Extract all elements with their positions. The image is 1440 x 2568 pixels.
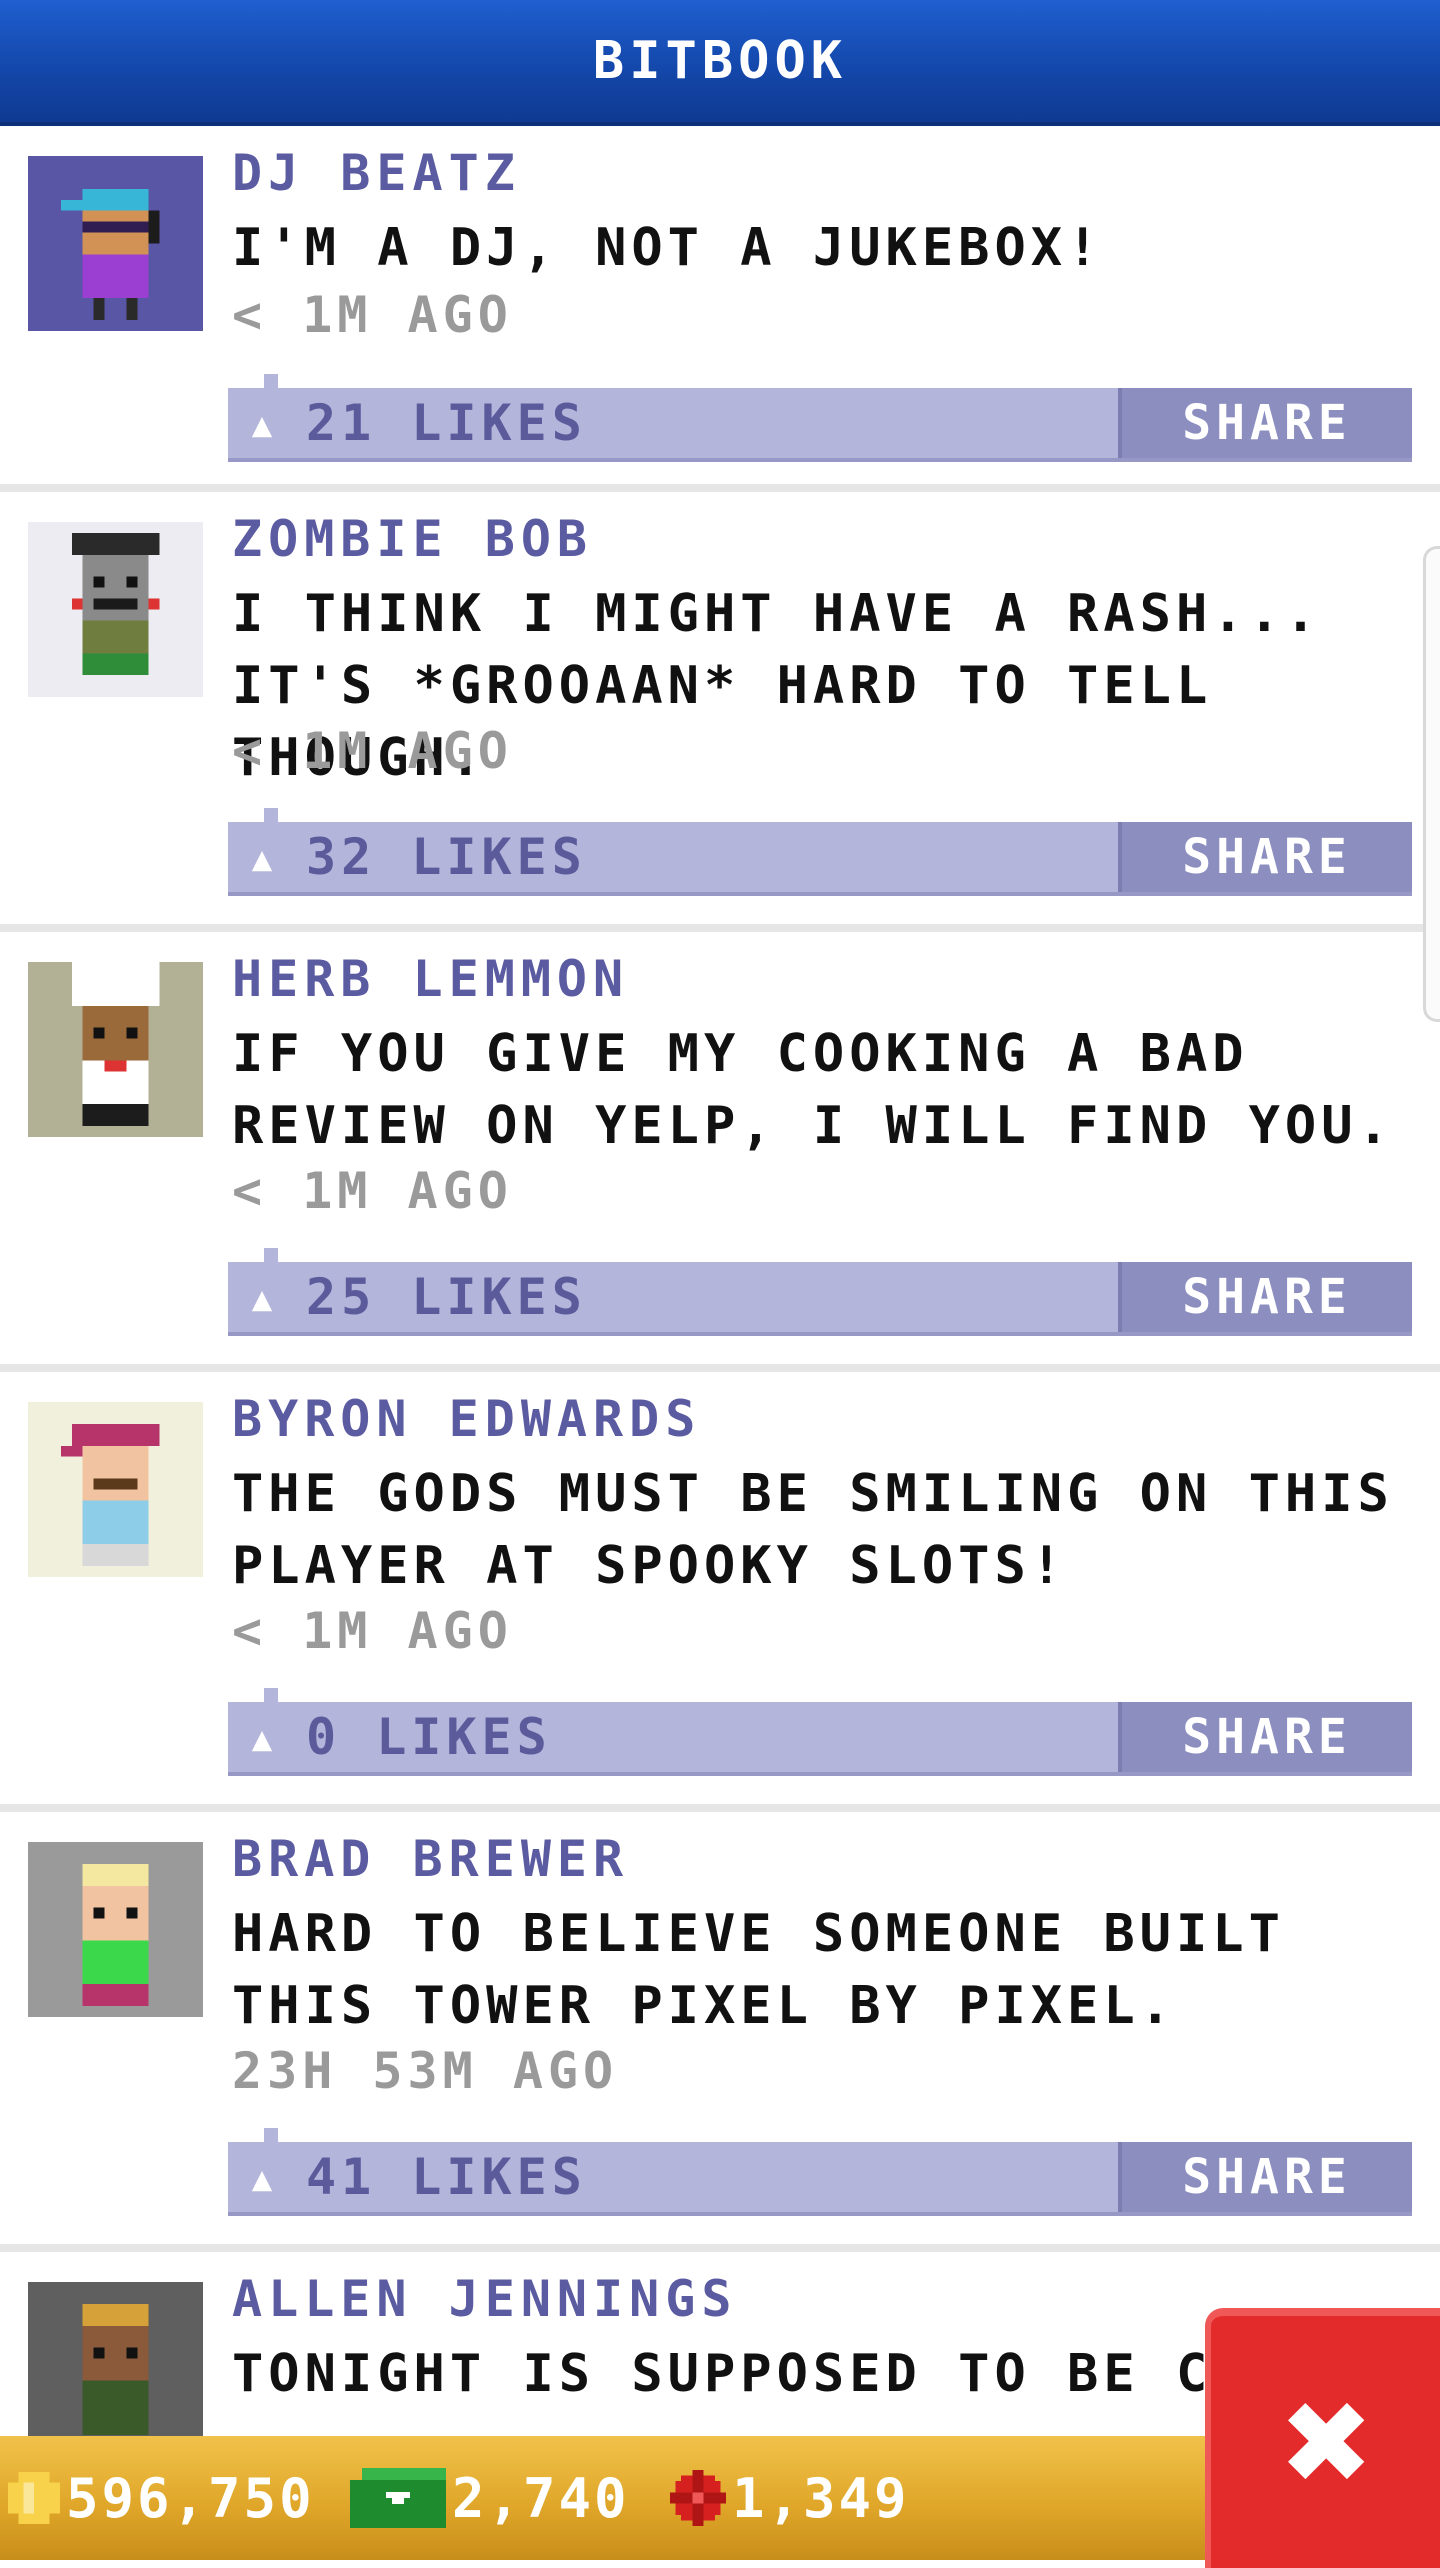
post-author[interactable]: DJ BEATZ bbox=[232, 144, 521, 202]
divider bbox=[0, 1364, 1440, 1372]
bux-icon bbox=[350, 2468, 446, 2528]
post-time: < 1M AGO bbox=[232, 286, 513, 344]
post-actions-bar: ▲ 32 LIKES SHARE bbox=[228, 808, 1412, 896]
avatar bbox=[28, 156, 203, 331]
post-message: HARD TO BELIEVE SOMEONE BUILT THIS TOWER… bbox=[232, 1904, 1285, 2036]
post-author[interactable]: BRAD BREWER bbox=[232, 1830, 629, 1888]
gear-icon bbox=[670, 2470, 726, 2526]
post-author[interactable]: ZOMBIE BOB bbox=[232, 510, 593, 568]
coin-icon bbox=[8, 2472, 60, 2524]
post-message: THE GODS MUST BE SMILING ON THIS PLAYER … bbox=[232, 1464, 1394, 1596]
bux-stat: 2,740 bbox=[350, 2466, 630, 2530]
share-button[interactable]: SHARE bbox=[1118, 822, 1412, 892]
divider bbox=[0, 924, 1440, 932]
like-icon[interactable]: ▲ bbox=[242, 405, 282, 445]
like-icon[interactable]: ▲ bbox=[242, 2159, 282, 2199]
third-stat: 1,349 bbox=[670, 2466, 910, 2530]
like-icon[interactable]: ▲ bbox=[242, 1719, 282, 1759]
post-actions-bar: ▲ 25 LIKES SHARE bbox=[228, 1248, 1412, 1336]
post-time: < 1M AGO bbox=[232, 722, 513, 780]
close-icon: ✖ bbox=[1283, 2355, 1374, 2529]
feed-list[interactable]: DJ BEATZ I'M A DJ, NOT A JUKEBOX! < 1M A… bbox=[0, 126, 1440, 2436]
avatar bbox=[28, 1402, 203, 1577]
bux-value: 2,740 bbox=[452, 2466, 630, 2530]
likes-count[interactable]: 25 LIKES bbox=[306, 1268, 587, 1326]
post-author[interactable]: ALLEN JENNINGS bbox=[232, 2270, 737, 2328]
post-time: 23H 53M AGO bbox=[232, 2042, 619, 2100]
share-button[interactable]: SHARE bbox=[1118, 1702, 1412, 1772]
feed-post: DJ BEATZ I'M A DJ, NOT A JUKEBOX! < 1M A… bbox=[0, 126, 1440, 484]
bar-tab bbox=[264, 1688, 278, 1702]
feed-post: ZOMBIE BOB I THINK I MIGHT HAVE A RASH..… bbox=[0, 492, 1440, 924]
bar-tab bbox=[264, 808, 278, 822]
coins-value: 596,750 bbox=[66, 2466, 315, 2530]
share-button[interactable]: SHARE bbox=[1118, 388, 1412, 458]
app-header: BITBOOK bbox=[0, 0, 1440, 126]
avatar bbox=[28, 522, 203, 697]
post-actions-bar: ▲ 21 LIKES SHARE bbox=[228, 374, 1412, 462]
divider bbox=[0, 484, 1440, 492]
post-author[interactable]: HERB LEMMON bbox=[232, 950, 629, 1008]
post-actions-bar: ▲ 41 LIKES SHARE bbox=[228, 2128, 1412, 2216]
coins-stat: 596,750 bbox=[8, 2466, 315, 2530]
feed-post: BYRON EDWARDS THE GODS MUST BE SMILING O… bbox=[0, 1372, 1440, 1804]
avatar bbox=[28, 2282, 203, 2436]
close-button[interactable]: ✖ bbox=[1205, 2308, 1440, 2568]
post-message: I'M A DJ, NOT A JUKEBOX! bbox=[232, 218, 1104, 278]
feed-post: HERB LEMMON IF YOU GIVE MY COOKING A BAD… bbox=[0, 932, 1440, 1364]
post-author[interactable]: BYRON EDWARDS bbox=[232, 1390, 701, 1448]
scroll-handle[interactable] bbox=[1423, 546, 1440, 1022]
divider bbox=[0, 2244, 1440, 2252]
feed-post: BRAD BREWER HARD TO BELIEVE SOMEONE BUIL… bbox=[0, 1812, 1440, 2244]
share-button[interactable]: SHARE bbox=[1118, 2142, 1412, 2212]
avatar bbox=[28, 1842, 203, 2017]
likes-count[interactable]: 21 LIKES bbox=[306, 394, 587, 452]
app-title: BITBOOK bbox=[592, 31, 848, 91]
bar-tab bbox=[264, 374, 278, 388]
likes-count[interactable]: 32 LIKES bbox=[306, 828, 587, 886]
post-time: < 1M AGO bbox=[232, 1602, 513, 1660]
share-button[interactable]: SHARE bbox=[1118, 1262, 1412, 1332]
third-value: 1,349 bbox=[732, 2466, 910, 2530]
post-time: < 1M AGO bbox=[232, 1162, 513, 1220]
bar-tab bbox=[264, 1248, 278, 1262]
divider bbox=[0, 1804, 1440, 1812]
post-message: IF YOU GIVE MY COOKING A BAD REVIEW ON Y… bbox=[232, 1024, 1394, 1156]
bar-tab bbox=[264, 2128, 278, 2142]
post-actions-bar: ▲ 0 LIKES SHARE bbox=[228, 1688, 1412, 1776]
likes-count[interactable]: 41 LIKES bbox=[306, 2148, 587, 2206]
like-icon[interactable]: ▲ bbox=[242, 1279, 282, 1319]
avatar bbox=[28, 962, 203, 1137]
likes-count[interactable]: 0 LIKES bbox=[306, 1708, 552, 1766]
like-icon[interactable]: ▲ bbox=[242, 839, 282, 879]
